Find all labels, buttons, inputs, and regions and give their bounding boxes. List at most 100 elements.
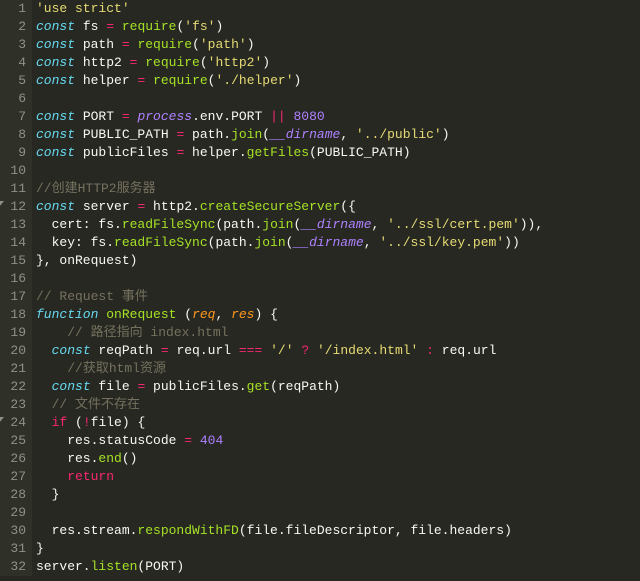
token-kw2: return xyxy=(67,469,114,484)
code-line[interactable] xyxy=(36,270,543,288)
token-fn: listen xyxy=(91,559,138,574)
token-pl: )) xyxy=(504,235,520,250)
code-line[interactable]: key: fs.readFileSync(path.join(__dirname… xyxy=(36,234,543,252)
token-pl: ) xyxy=(442,127,450,142)
code-line[interactable]: server.listen(PORT) xyxy=(36,558,543,576)
token-str: 'fs' xyxy=(184,19,215,34)
token-pl: ) xyxy=(294,73,302,88)
code-line[interactable]: const reqPath = req.url === '/' ? '/inde… xyxy=(36,342,543,360)
token-pl: ) xyxy=(262,55,270,70)
token-fnd: onRequest xyxy=(106,307,176,322)
token-arg: req xyxy=(192,307,215,322)
token-pl: (PUBLIC_PATH) xyxy=(309,145,410,160)
token-pl: (file.fileDescriptor, file.headers) xyxy=(239,523,512,538)
token-pl: file xyxy=(91,379,138,394)
token-pl: , xyxy=(215,307,231,322)
code-line[interactable]: res.statusCode = 404 xyxy=(36,432,543,450)
code-line[interactable]: const server = http2.createSecureServer(… xyxy=(36,198,543,216)
line-number: 22 xyxy=(4,378,26,396)
code-line[interactable]: const publicFiles = helper.getFiles(PUBL… xyxy=(36,144,543,162)
token-fn: require xyxy=(153,73,208,88)
token-con: process xyxy=(137,109,192,124)
code-line[interactable]: return xyxy=(36,468,543,486)
token-op: ! xyxy=(83,415,91,430)
code-line[interactable]: const http2 = require('http2') xyxy=(36,54,543,72)
code-line[interactable]: const PORT = process.env.PORT || 8080 xyxy=(36,108,543,126)
line-number: 6 xyxy=(4,90,26,108)
code-line[interactable] xyxy=(36,90,543,108)
line-number: 21 xyxy=(4,360,26,378)
token-pl: res. xyxy=(36,451,98,466)
code-line[interactable]: //创建HTTP2服务器 xyxy=(36,180,543,198)
code-line[interactable]: }, onRequest) xyxy=(36,252,543,270)
code-line[interactable]: const PUBLIC_PATH = path.join(__dirname,… xyxy=(36,126,543,144)
token-pl xyxy=(145,73,153,88)
line-number: 8 xyxy=(4,126,26,144)
line-number: 7 xyxy=(4,108,26,126)
token-str: 'path' xyxy=(200,37,247,52)
token-pl xyxy=(262,343,270,358)
code-line[interactable]: } xyxy=(36,486,543,504)
line-number: 13 xyxy=(4,216,26,234)
code-line[interactable]: 'use strict' xyxy=(36,0,543,18)
fold-icon[interactable] xyxy=(0,201,4,207)
token-cm: // 文件不存在 xyxy=(52,397,140,412)
token-pl xyxy=(36,325,67,340)
token-pl: server. xyxy=(36,559,91,574)
token-pl: , xyxy=(372,217,388,232)
code-line[interactable]: //获取html资源 xyxy=(36,360,543,378)
code-line[interactable]: // 文件不存在 xyxy=(36,396,543,414)
token-pl xyxy=(114,19,122,34)
token-num: 8080 xyxy=(294,109,325,124)
line-number: 17 xyxy=(4,288,26,306)
code-line[interactable]: cert: fs.readFileSync(path.join(__dirnam… xyxy=(36,216,543,234)
token-fn: require xyxy=(122,19,177,34)
line-number-gutter: 1234567891011121314151617181920212223242… xyxy=(0,0,32,576)
code-line[interactable] xyxy=(36,162,543,180)
line-number: 3 xyxy=(4,36,26,54)
code-line[interactable]: res.stream.respondWithFD(file.fileDescri… xyxy=(36,522,543,540)
code-line[interactable]: const fs = require('fs') xyxy=(36,18,543,36)
token-pl xyxy=(286,109,294,124)
token-str: '../ssl/cert.pem' xyxy=(387,217,520,232)
code-line[interactable]: } xyxy=(36,540,543,558)
line-number: 31 xyxy=(4,540,26,558)
token-kw2: if xyxy=(52,415,68,430)
code-line[interactable]: const helper = require('./helper') xyxy=(36,72,543,90)
code-line[interactable]: const file = publicFiles.get(reqPath) xyxy=(36,378,543,396)
token-fn: respondWithFD xyxy=(137,523,238,538)
code-line[interactable]: const path = require('path') xyxy=(36,36,543,54)
line-number: 11 xyxy=(4,180,26,198)
line-number: 23 xyxy=(4,396,26,414)
token-pl: http2 xyxy=(75,55,130,70)
token-pl: ( xyxy=(176,307,192,322)
token-fn: require xyxy=(145,55,200,70)
token-pl: ) xyxy=(247,37,255,52)
code-line[interactable]: // Request 事件 xyxy=(36,288,543,306)
token-kw: const xyxy=(36,37,75,52)
token-cm: // 路径指向 index.html xyxy=(67,325,228,340)
token-pl: (reqPath) xyxy=(270,379,340,394)
code-line[interactable]: res.end() xyxy=(36,450,543,468)
token-pl: , xyxy=(340,127,356,142)
code-line[interactable] xyxy=(36,504,543,522)
code-line[interactable]: // 路径指向 index.html xyxy=(36,324,543,342)
token-op: || xyxy=(270,109,286,124)
token-pl: reqPath xyxy=(91,343,161,358)
token-pl: ( xyxy=(262,127,270,142)
token-str: '/index.html' xyxy=(317,343,418,358)
code-line[interactable]: if (!file) { xyxy=(36,414,543,432)
code-area[interactable]: 'use strict'const fs = require('fs')cons… xyxy=(32,0,543,576)
token-pl: PUBLIC_PATH xyxy=(75,127,176,142)
code-editor[interactable]: 1234567891011121314151617181920212223242… xyxy=(0,0,640,576)
line-number: 5 xyxy=(4,72,26,90)
token-pl: (path. xyxy=(215,217,262,232)
token-pl: ( xyxy=(200,55,208,70)
token-pl: ) xyxy=(216,19,224,34)
line-number: 19 xyxy=(4,324,26,342)
code-line[interactable]: function onRequest (req, res) { xyxy=(36,306,543,324)
fold-icon[interactable] xyxy=(0,417,4,423)
token-kw: const xyxy=(36,109,75,124)
token-pl: publicFiles xyxy=(75,145,176,160)
token-pl: http2. xyxy=(145,199,200,214)
